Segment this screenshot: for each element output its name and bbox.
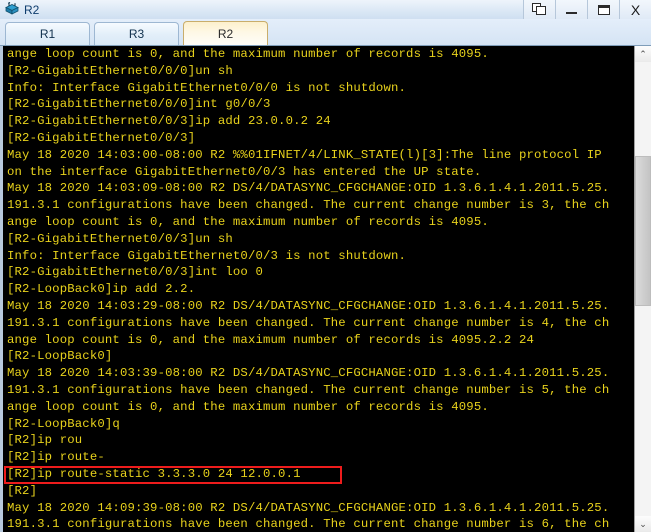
minimize-icon <box>566 11 577 14</box>
terminal-line: May 18 2020 14:03:09-08:00 R2 DS/4/DATAS… <box>7 181 610 196</box>
terminal-line: [R2-LoopBack0] <box>7 349 113 364</box>
terminal-line: Info: Interface GigabitEthernet0/0/0 is … <box>7 80 407 95</box>
close-button[interactable]: X <box>619 0 651 19</box>
terminal-line: [R2]ip route- <box>7 450 105 465</box>
close-icon: X <box>630 1 641 18</box>
tab-r1[interactable]: R1 <box>5 22 90 45</box>
restore-button[interactable] <box>523 0 555 19</box>
terminal-line: [R2-GigabitEthernet0/0/0]int g0/0/3 <box>7 97 271 112</box>
tab-r2-label: R2 <box>217 26 234 41</box>
terminal-line: Info: Interface GigabitEthernet0/0/3 is … <box>7 248 407 263</box>
window-controls: X <box>523 0 651 19</box>
terminal-line: [R2-GigabitEthernet0/0/3]int loo 0 <box>7 265 263 280</box>
terminal-line: 191.3.1 configurations have been changed… <box>7 198 610 213</box>
title-bar: R2 X <box>0 0 651 19</box>
terminal-line: 191.3.1 configurations have been changed… <box>7 382 610 397</box>
terminal-line: [R2-LoopBack0]ip add 2.2. <box>7 282 196 297</box>
terminal-line: May 18 2020 14:03:39-08:00 R2 DS/4/DATAS… <box>7 366 610 381</box>
tab-r3[interactable]: R3 <box>94 22 179 45</box>
terminal-line: ange loop count is 0, and the maximum nu… <box>7 214 489 229</box>
terminal-output[interactable]: ange loop count is 0, and the maximum nu… <box>3 46 634 532</box>
tab-strip: R1 R3 R2 <box>0 19 651 45</box>
terminal-line: [R2-GigabitEthernet0/0/3]ip add 23.0.0.2… <box>7 114 331 129</box>
terminal-line: 191.3.1 configurations have been changed… <box>7 517 610 532</box>
scrollbar-thumb[interactable] <box>635 156 651 306</box>
scroll-down-arrow-icon[interactable]: ⌄ <box>635 516 651 532</box>
terminal-line: ange loop count is 0, and the maximum nu… <box>7 47 489 61</box>
tab-r1-label: R1 <box>39 27 56 41</box>
terminal-line: May 18 2020 14:03:00-08:00 R2 %%01IFNET/… <box>7 147 602 162</box>
terminal-line: May 18 2020 14:09:39-08:00 R2 DS/4/DATAS… <box>7 500 610 515</box>
terminal-line: 191.3.1 configurations have been changed… <box>7 315 610 330</box>
scroll-up-arrow-icon[interactable]: ⌃ <box>635 46 651 62</box>
terminal-line: May 18 2020 14:03:29-08:00 R2 DS/4/DATAS… <box>7 298 610 313</box>
maximize-button[interactable] <box>587 0 619 19</box>
terminal-line: [R2-GigabitEthernet0/0/3] <box>7 130 196 145</box>
minimize-button[interactable] <box>555 0 587 19</box>
window-title: R2 <box>24 2 40 17</box>
terminal-line: [R2-GigabitEthernet0/0/0]un sh <box>7 63 233 78</box>
tab-r2[interactable]: R2 <box>183 21 268 45</box>
terminal-line: [R2]ip route-static 3.3.3.0 24 12.0.0.1 <box>7 466 301 481</box>
tab-r3-label: R3 <box>128 27 145 41</box>
terminal-line: [R2-LoopBack0]q <box>7 416 120 431</box>
terminal-scrollbar[interactable]: ⌃ ⌄ <box>634 46 651 532</box>
terminal-line: ange loop count is 0, and the maximum nu… <box>7 332 535 347</box>
terminal-line: [R2-GigabitEthernet0/0/3]un sh <box>7 231 233 246</box>
router-console-window: R2 X R1 R3 R2 ange loop count is 0, and … <box>0 0 651 532</box>
terminal-area: ange loop count is 0, and the maximum nu… <box>0 45 651 532</box>
router-icon <box>4 1 20 17</box>
terminal-line: [R2] <box>7 483 38 498</box>
restore-icon <box>532 3 547 16</box>
terminal-line: on the interface GigabitEthernet0/0/3 ha… <box>7 164 482 179</box>
maximize-icon <box>597 4 610 15</box>
terminal-line: [R2]ip rou <box>7 433 83 448</box>
terminal-line: ange loop count is 0, and the maximum nu… <box>7 399 489 414</box>
